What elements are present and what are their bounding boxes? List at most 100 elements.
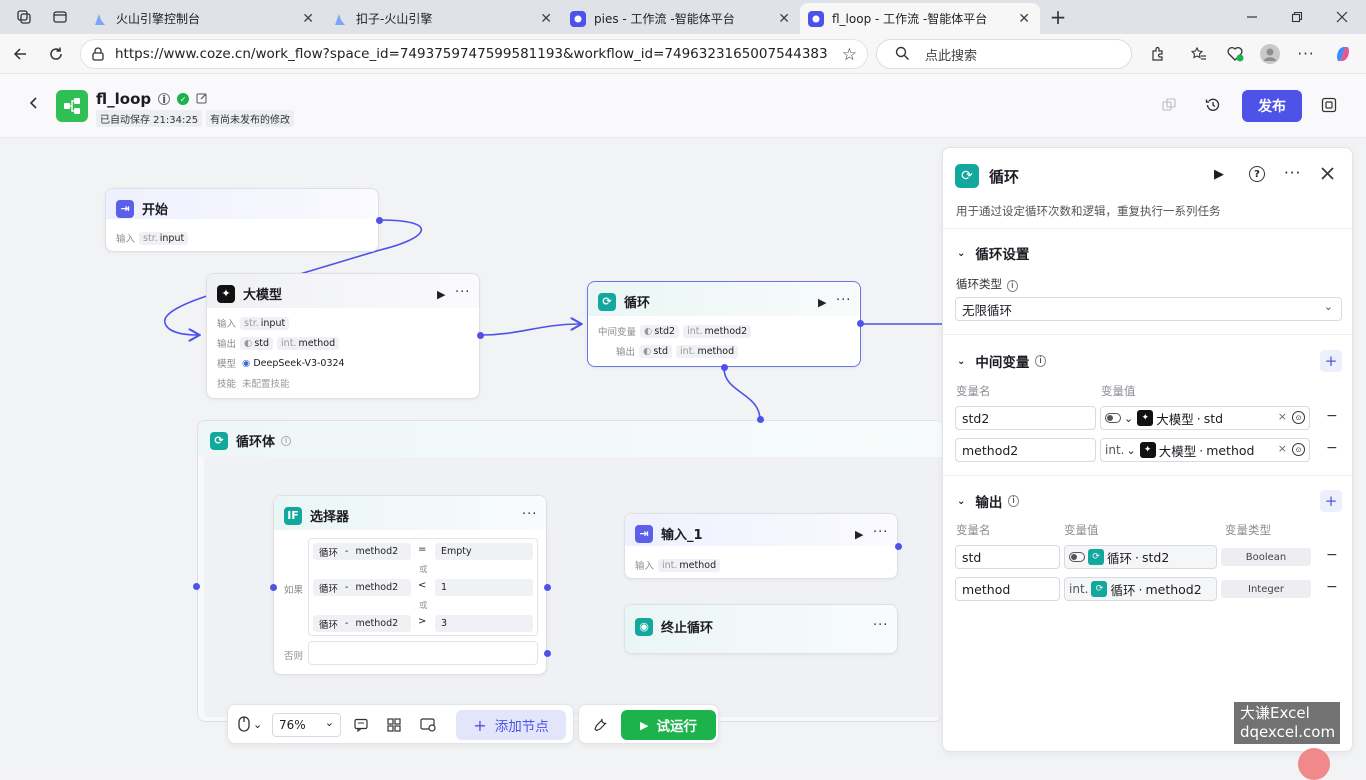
more-menu-icon[interactable]: ··· xyxy=(1294,42,1318,66)
condition-left[interactable]: 循环 - method2 xyxy=(313,579,411,596)
node-start[interactable]: ⇥ 开始 输入 str. input xyxy=(105,188,383,252)
info-icon[interactable]: i xyxy=(281,435,292,446)
output-name-input[interactable]: method xyxy=(955,577,1060,601)
mid-var-name-input[interactable]: method2 xyxy=(955,438,1096,462)
more-icon[interactable]: ··· xyxy=(522,507,537,522)
back-icon[interactable] xyxy=(8,42,32,66)
more-icon[interactable]: ··· xyxy=(873,618,888,633)
node-selector[interactable]: IF 选择器 ··· 如果 循环 - method2 = Empty 或 循环 - met… xyxy=(270,495,551,675)
output-value-ref[interactable]: ⟳ 循环 · std2 xyxy=(1064,545,1217,569)
clear-icon[interactable]: × xyxy=(1278,410,1287,423)
more-icon[interactable]: ··· xyxy=(836,293,851,308)
if-output-port[interactable] xyxy=(544,584,551,591)
outputs-header[interactable]: ⌄ 输出 i xyxy=(957,491,1019,511)
browser-tab[interactable]: pies - 工作流 -智能体平台 ✕ xyxy=(562,3,800,34)
output-port[interactable] xyxy=(477,332,484,339)
condition-operator[interactable]: < xyxy=(418,580,426,591)
run-node-icon[interactable]: ▶ xyxy=(437,288,445,301)
browser-tab-active[interactable]: fl_loop - 工作流 -智能体平台 ✕ xyxy=(800,3,1040,34)
node-input-1[interactable]: ⇥ 输入_1 ▶ ··· 输入 int. method xyxy=(624,513,902,579)
more-icon[interactable]: ··· xyxy=(455,285,470,300)
condition-right[interactable]: 3 xyxy=(435,615,533,632)
mid-var-value-ref[interactable]: ⌄ ✦ 大模型 · std × ⊙ xyxy=(1100,406,1310,430)
close-icon[interactable]: ✕ xyxy=(540,11,552,27)
condition-right[interactable]: 1 xyxy=(435,579,533,596)
info-icon[interactable]: i xyxy=(1008,495,1019,507)
back-chevron-icon[interactable] xyxy=(28,96,40,114)
output-name-input[interactable]: std xyxy=(955,545,1060,569)
info-icon[interactable]: i xyxy=(1035,355,1046,367)
floating-assistant-avatar[interactable] xyxy=(1298,748,1330,780)
output-value-ref[interactable]: int. ⟳ 循环 · method2 xyxy=(1064,577,1217,601)
more-icon[interactable]: ··· xyxy=(873,525,888,540)
publish-button[interactable]: 发布 xyxy=(1242,90,1302,122)
workspaces-icon[interactable] xyxy=(12,5,36,29)
more-icon[interactable]: ··· xyxy=(1284,164,1301,182)
close-icon[interactable]: ✕ xyxy=(778,11,790,27)
node-loop[interactable]: ⟳ 循环 ▶ ··· 中间变量 ◐ std2 int. method2 输出 ◐ std int… xyxy=(587,281,864,371)
minimap-icon[interactable] xyxy=(387,718,401,735)
loop-body-port[interactable] xyxy=(721,364,728,371)
mouse-mode-icon[interactable]: ⌄ xyxy=(238,716,262,732)
profile-avatar-icon[interactable] xyxy=(1258,42,1282,66)
close-icon[interactable]: ✕ xyxy=(302,11,314,27)
address-bar[interactable]: https://www.coze.cn/work_flow?space_id=7… xyxy=(80,39,868,69)
condition-left[interactable]: 循环 - method2 xyxy=(313,615,411,632)
remove-row-icon[interactable]: − xyxy=(1326,440,1338,456)
input-port[interactable] xyxy=(270,584,277,591)
browser-tab[interactable]: 火山引擎控制台 ✕ xyxy=(84,3,324,34)
edit-icon[interactable] xyxy=(196,90,208,108)
output-port[interactable] xyxy=(895,543,902,550)
else-output-port[interactable] xyxy=(544,650,551,657)
output-port[interactable] xyxy=(376,217,383,224)
minimize-icon[interactable] xyxy=(1240,5,1264,29)
remove-row-icon[interactable]: − xyxy=(1326,547,1338,563)
close-icon[interactable]: ✕ xyxy=(1018,11,1030,27)
condition-operator[interactable]: = xyxy=(418,544,426,555)
tab-actions-icon[interactable] xyxy=(48,5,72,29)
copy-icon[interactable] xyxy=(1162,98,1176,115)
close-icon[interactable] xyxy=(1321,167,1334,183)
debug-tool-icon[interactable] xyxy=(593,717,608,735)
layout-icon[interactable] xyxy=(420,718,436,735)
loop-type-select[interactable]: 无限循环 ⌄ xyxy=(955,297,1342,321)
history-icon[interactable] xyxy=(1205,97,1221,116)
remove-row-icon[interactable]: − xyxy=(1326,408,1338,424)
mid-var-value-ref[interactable]: int. ⌄ ✦ 大模型 · method × ⊙ xyxy=(1100,438,1310,462)
mid-vars-header[interactable]: ⌄ 中间变量 i xyxy=(957,351,1046,371)
run-node-icon[interactable]: ▶ xyxy=(855,528,863,541)
browser-search-box[interactable]: 点此搜索 xyxy=(876,39,1132,69)
node-llm[interactable]: ✦ 大模型 ▶ ··· 输入 str. input 输出 ◐ std int. method … xyxy=(206,273,484,399)
favorites-icon[interactable] xyxy=(1187,42,1211,66)
new-tab-icon[interactable]: + xyxy=(1046,5,1070,29)
clear-icon[interactable]: × xyxy=(1278,442,1287,455)
remove-row-icon[interactable]: − xyxy=(1326,579,1338,595)
zoom-select[interactable]: 76% ⌄ xyxy=(272,713,341,737)
loop-body-input-port[interactable] xyxy=(757,416,764,423)
copilot-icon[interactable] xyxy=(1331,42,1355,66)
add-mid-var-button[interactable]: + xyxy=(1320,350,1342,372)
chevron-down-icon[interactable]: ⌄ xyxy=(1124,412,1133,425)
browser-essentials-icon[interactable] xyxy=(1223,42,1247,66)
node-break[interactable]: ◉ 终止循环 ··· xyxy=(624,604,898,654)
reload-icon[interactable] xyxy=(44,42,68,66)
loop-body-start-port[interactable] xyxy=(193,583,200,590)
condition-operator[interactable]: > xyxy=(418,616,426,627)
side-panel-icon[interactable] xyxy=(1321,97,1337,116)
add-node-button[interactable]: + 添加节点 xyxy=(456,710,566,740)
output-port[interactable] xyxy=(857,320,864,327)
chevron-down-icon[interactable]: ⌄ xyxy=(1126,444,1135,457)
variable-picker-icon[interactable]: ⊙ xyxy=(1292,411,1305,424)
info-icon[interactable]: i xyxy=(1007,280,1018,292)
restore-icon[interactable] xyxy=(1285,5,1309,29)
window-close-icon[interactable] xyxy=(1330,5,1354,29)
info-icon[interactable]: i xyxy=(158,93,171,106)
condition-left[interactable]: 循环 - method2 xyxy=(313,543,411,560)
run-node-icon[interactable]: ▶ xyxy=(1214,167,1224,182)
variable-picker-icon[interactable]: ⊙ xyxy=(1292,443,1305,456)
run-node-icon[interactable]: ▶ xyxy=(818,296,826,309)
mid-var-name-input[interactable]: std2 xyxy=(955,406,1096,430)
favorite-star-icon[interactable]: ☆ xyxy=(842,45,857,65)
site-info-icon[interactable] xyxy=(90,46,106,66)
loop-settings-header[interactable]: ⌄ 循环设置 xyxy=(957,243,1029,263)
